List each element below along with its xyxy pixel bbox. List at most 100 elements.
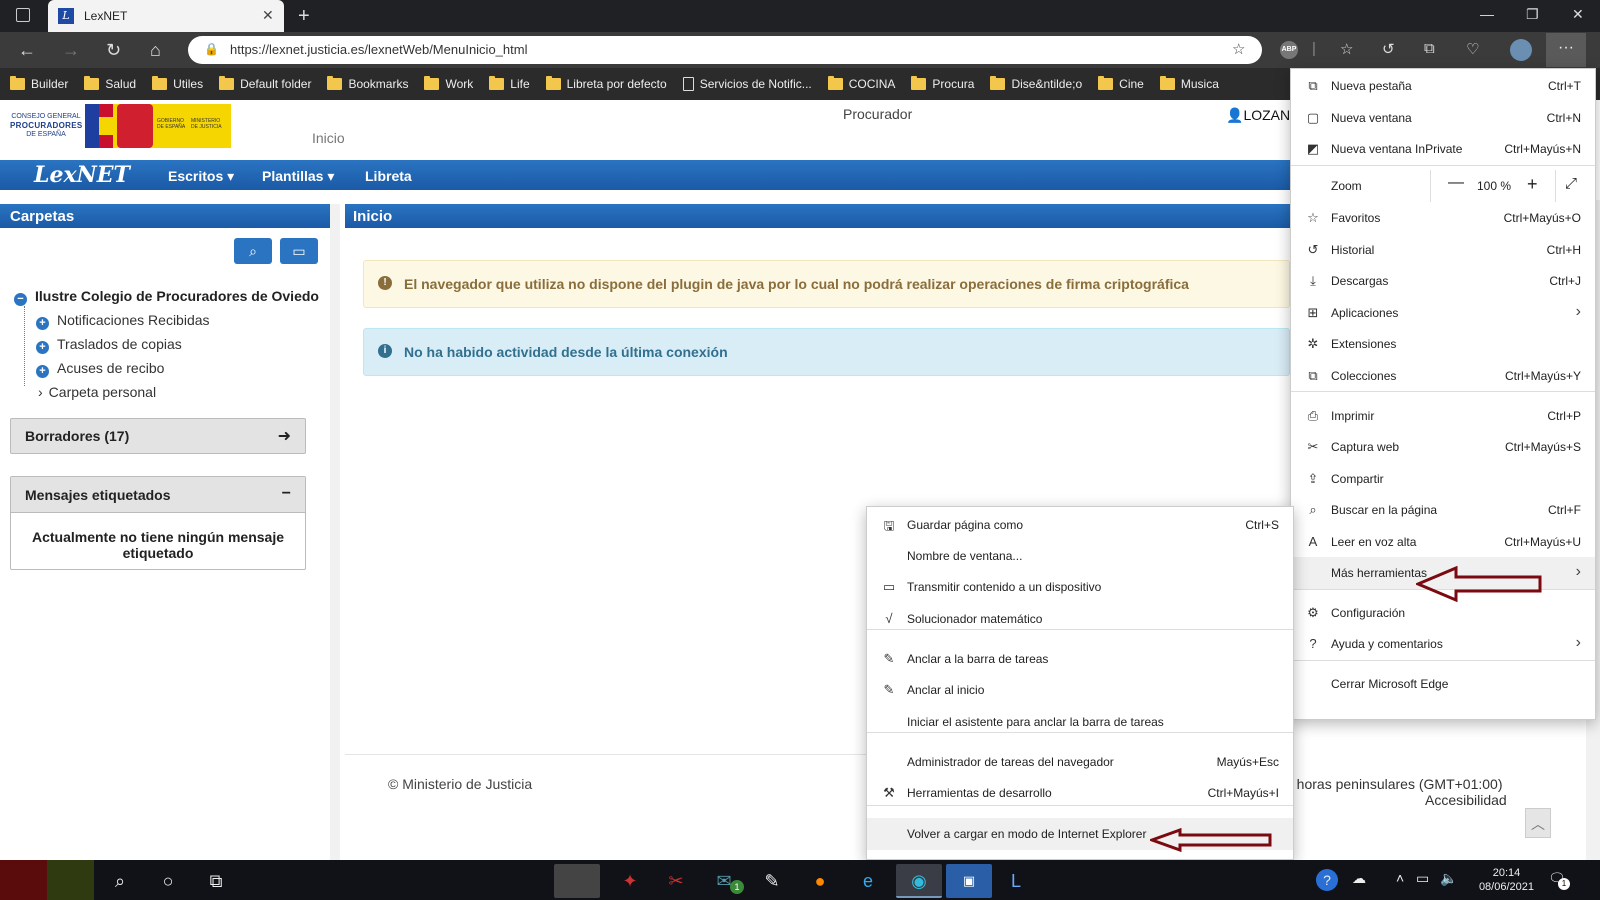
- menu-item-buscar-en-la-página[interactable]: ⌕ Buscar en la página Ctrl+F: [1291, 494, 1595, 526]
- refresh-icon[interactable]: ↻: [106, 40, 121, 61]
- menu-item-historial[interactable]: ↺ Historial Ctrl+H: [1291, 234, 1595, 266]
- menu-item-descargas[interactable]: ⤓ Descargas Ctrl+J: [1291, 265, 1595, 297]
- procuradores-logo[interactable]: CONSEJO GENERAL PROCURADORES DE ESPAÑA: [10, 108, 82, 146]
- fullscreen-icon[interactable]: ⤢: [1565, 175, 1577, 192]
- add-favorite-icon[interactable]: ☆: [1232, 40, 1245, 58]
- expand-icon[interactable]: +: [36, 365, 49, 378]
- bookmark-item[interactable]: Salud: [84, 76, 136, 91]
- menu-item-extensiones[interactable]: ✲ Extensiones: [1291, 328, 1595, 360]
- taskbar-app-game-icon[interactable]: ✦: [610, 866, 650, 896]
- collections-icon[interactable]: ⧉: [1424, 40, 1435, 57]
- bookmark-item[interactable]: Servicios de Notific...: [682, 77, 812, 91]
- address-bar[interactable]: 🔒 https://lexnet.justicia.es/lexnetWeb/M…: [188, 36, 1262, 64]
- nav-escritos[interactable]: Escritos ▾: [168, 168, 234, 185]
- submenu-item-7[interactable]: Iniciar el asistente para anclar la barr…: [867, 706, 1293, 738]
- tree-item-traslados[interactable]: + Traslados de copias: [36, 336, 182, 354]
- menu-item-aplicaciones[interactable]: ⊞ Aplicaciones ›: [1291, 297, 1595, 329]
- zoom-out-icon[interactable]: —: [1448, 174, 1464, 192]
- menu-item-ayuda-y-comentarios[interactable]: ? Ayuda y comentarios ›: [1291, 628, 1595, 660]
- collapse-icon[interactable]: −: [14, 293, 27, 306]
- bookmark-item[interactable]: Libreta por defecto: [545, 76, 667, 91]
- bookmark-item[interactable]: Builder: [10, 76, 68, 91]
- lexnet-brand[interactable]: LexNET: [34, 162, 130, 188]
- back-icon[interactable]: ←: [18, 40, 36, 61]
- browser-tab[interactable]: L LexNET ✕: [48, 0, 284, 32]
- zoom-in-icon[interactable]: +: [1527, 174, 1538, 195]
- restore-icon[interactable]: ❐: [1526, 6, 1539, 23]
- tree-root[interactable]: − Ilustre Colegio de Procuradores de Ovie…: [14, 288, 319, 306]
- bookmark-item[interactable]: Cine: [1098, 76, 1144, 91]
- borradores-panel[interactable]: Borradores (17) ➜: [10, 418, 306, 454]
- tab-actions-icon[interactable]: [16, 8, 30, 22]
- expand-icon[interactable]: +: [36, 317, 49, 330]
- help-icon[interactable]: ?: [1316, 869, 1338, 891]
- lexnet-taskbar-icon[interactable]: L: [996, 866, 1036, 896]
- tree-item-acuses[interactable]: + Acuses de recibo: [36, 360, 164, 378]
- submenu-item-2[interactable]: Nombre de ventana...: [867, 540, 1293, 572]
- search-button[interactable]: ⌕: [234, 238, 272, 264]
- menu-item-captura-web[interactable]: ✂ Captura web Ctrl+Mayús+S: [1291, 431, 1595, 463]
- submenu-item-3[interactable]: ▭ Transmitir contenido a un dispositivo: [867, 571, 1293, 603]
- bookmark-item[interactable]: Bookmarks: [327, 76, 408, 91]
- settings-more-icon[interactable]: ···: [1546, 33, 1586, 67]
- menu-item-nueva-ventana-inprivate[interactable]: ◩ Nueva ventana InPrivate Ctrl+Mayús+N: [1291, 133, 1595, 165]
- start-area[interactable]: [0, 860, 94, 900]
- tree-item-notificaciones[interactable]: + Notificaciones Recibidas: [36, 312, 210, 330]
- lock-icon[interactable]: 🔒: [204, 42, 219, 56]
- menu-item-nueva-pestaña[interactable]: ⧉ Nueva pestaña Ctrl+T: [1291, 70, 1595, 102]
- collapse-icon[interactable]: −: [282, 485, 291, 503]
- notification-center-icon[interactable]: 🗨 1: [1548, 870, 1570, 890]
- volume-icon[interactable]: 🔈: [1440, 870, 1457, 887]
- minimize-icon[interactable]: —: [1480, 6, 1494, 22]
- chevron-right-icon[interactable]: ›: [38, 384, 43, 400]
- submenu-item-1[interactable]: 🖫 Guardar página como Ctrl+S: [867, 509, 1293, 541]
- history-icon[interactable]: ↺: [1382, 40, 1395, 58]
- submenu-item-4[interactable]: √ Solucionador matemático: [867, 603, 1293, 635]
- bookmark-item[interactable]: Utiles: [152, 76, 203, 91]
- nav-libreta[interactable]: Libreta: [365, 168, 412, 184]
- internet-explorer-icon[interactable]: e: [848, 866, 888, 896]
- close-tab-icon[interactable]: ✕: [262, 7, 274, 24]
- menu-item-cerrar-microsoft-edge[interactable]: Cerrar Microsoft Edge: [1291, 668, 1595, 700]
- clock[interactable]: 20:14 08/06/2021: [1479, 866, 1534, 894]
- url-text[interactable]: https://lexnet.justicia.es/lexnetWeb/Men…: [230, 42, 527, 57]
- tray-up-icon[interactable]: ˄: [1396, 870, 1404, 886]
- nav-plantillas[interactable]: Plantillas ▾: [262, 168, 334, 185]
- network-icon[interactable]: ▭: [1416, 870, 1429, 887]
- accesibilidad-link[interactable]: Accesibilidad: [1425, 792, 1507, 808]
- tree-item-carpeta-personal[interactable]: › Carpeta personal: [38, 384, 156, 400]
- performance-icon[interactable]: ♡: [1466, 40, 1479, 58]
- mensajes-header[interactable]: Mensajes etiquetados −: [11, 477, 305, 513]
- adblock-extension-icon[interactable]: ABP: [1280, 41, 1298, 59]
- scroll-top-button[interactable]: ︿: [1525, 808, 1551, 838]
- taskbar-app-creative-icon[interactable]: ✎: [752, 866, 792, 896]
- bookmark-item[interactable]: Dise&ntilde;o: [990, 76, 1082, 91]
- taskbar-app-tools-icon[interactable]: ✂: [656, 866, 696, 896]
- menu-item-imprimir[interactable]: ⎙ Imprimir Ctrl+P: [1291, 400, 1595, 432]
- menu-item-nueva-ventana[interactable]: ▢ Nueva ventana Ctrl+N: [1291, 102, 1595, 134]
- edge-taskbar-icon[interactable]: ◉: [896, 864, 942, 898]
- search-icon[interactable]: ⌕: [100, 866, 140, 896]
- firefox-icon[interactable]: ●: [800, 866, 840, 896]
- menu-item-leer-en-voz-alta[interactable]: A Leer en voz alta Ctrl+Mayús+U: [1291, 526, 1595, 558]
- weather-icon[interactable]: ☁: [1352, 870, 1366, 887]
- taskbar-app-remote[interactable]: ▣: [946, 864, 992, 898]
- expand-icon[interactable]: +: [36, 341, 49, 354]
- bookmark-item[interactable]: COCINA: [827, 76, 895, 91]
- open-folder-button[interactable]: ▭: [280, 238, 318, 264]
- close-window-icon[interactable]: ✕: [1572, 6, 1584, 23]
- taskbar-app-explorer[interactable]: [554, 864, 600, 898]
- bookmark-item[interactable]: Default folder: [219, 76, 311, 91]
- arrow-right-icon[interactable]: ➜: [278, 426, 291, 446]
- left-scrollbar[interactable]: [330, 204, 340, 900]
- bookmark-item[interactable]: Procura: [911, 76, 974, 91]
- bookmark-item[interactable]: Musica: [1159, 76, 1219, 91]
- home-icon[interactable]: ⌂: [150, 40, 161, 61]
- bookmark-item[interactable]: Life: [489, 76, 530, 91]
- menu-item-compartir[interactable]: ⇪ Compartir: [1291, 463, 1595, 495]
- menu-item-colecciones[interactable]: ⧉ Colecciones Ctrl+Mayús+Y: [1291, 360, 1595, 392]
- user-menu[interactable]: 👤LOZAN: [1226, 107, 1290, 124]
- submenu-item-8[interactable]: Administrador de tareas del navegador May…: [867, 746, 1293, 778]
- bookmark-item[interactable]: Work: [424, 76, 473, 91]
- inicio-link[interactable]: Inicio: [312, 130, 345, 146]
